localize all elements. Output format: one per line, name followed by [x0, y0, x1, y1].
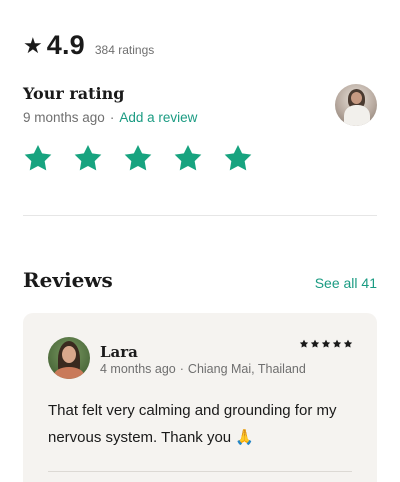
meta-separator: ·: [109, 110, 115, 125]
review-location: Chiang Mai, Thailand: [187, 362, 306, 376]
rating-star-icon[interactable]: [122, 143, 154, 175]
star-icon: ★: [23, 33, 43, 58]
card-divider: [48, 471, 352, 472]
rating-summary: ★ 4.9 384 ratings: [23, 30, 154, 61]
review-star-icon: [310, 339, 320, 348]
review-star-icon: [343, 339, 353, 348]
review-card[interactable]: Lara 4 months ago · Chiang Mai, Thailand T…: [23, 313, 377, 482]
your-rating-stars[interactable]: [22, 143, 254, 175]
see-all-reviews-link[interactable]: See all 41: [315, 275, 377, 291]
review-meta: 4 months ago · Chiang Mai, Thailand: [100, 362, 306, 376]
ratings-page: ★ 4.9 384 ratings Your rating 9 months a…: [0, 0, 400, 482]
section-divider: [23, 215, 377, 216]
review-star-icon: [332, 339, 342, 348]
reviewer-name: Lara: [100, 343, 138, 361]
review-time: 4 months ago: [100, 362, 176, 376]
review-rating-stars: [299, 339, 353, 349]
rating-star-icon[interactable]: [222, 143, 254, 175]
rating-star-icon[interactable]: [22, 143, 54, 175]
rating-star-icon[interactable]: [72, 143, 104, 175]
average-score: 4.9: [46, 30, 85, 60]
reviews-heading: Reviews: [23, 268, 113, 292]
add-review-link[interactable]: Add a review: [119, 110, 197, 125]
reviewer-avatar: [48, 337, 90, 379]
review-star-icon: [321, 339, 331, 348]
your-rating-heading: Your rating: [23, 84, 125, 103]
review-star-icon: [299, 339, 309, 348]
ratings-count: 384 ratings: [94, 43, 155, 57]
your-rating-meta: 9 months ago · Add a review: [23, 110, 197, 125]
user-avatar[interactable]: [335, 84, 377, 126]
rating-star-icon[interactable]: [172, 143, 204, 175]
your-rating-time: 9 months ago: [23, 110, 105, 125]
review-meta-separator: ·: [179, 362, 184, 376]
review-text: That felt very calming and grounding for…: [48, 402, 337, 446]
